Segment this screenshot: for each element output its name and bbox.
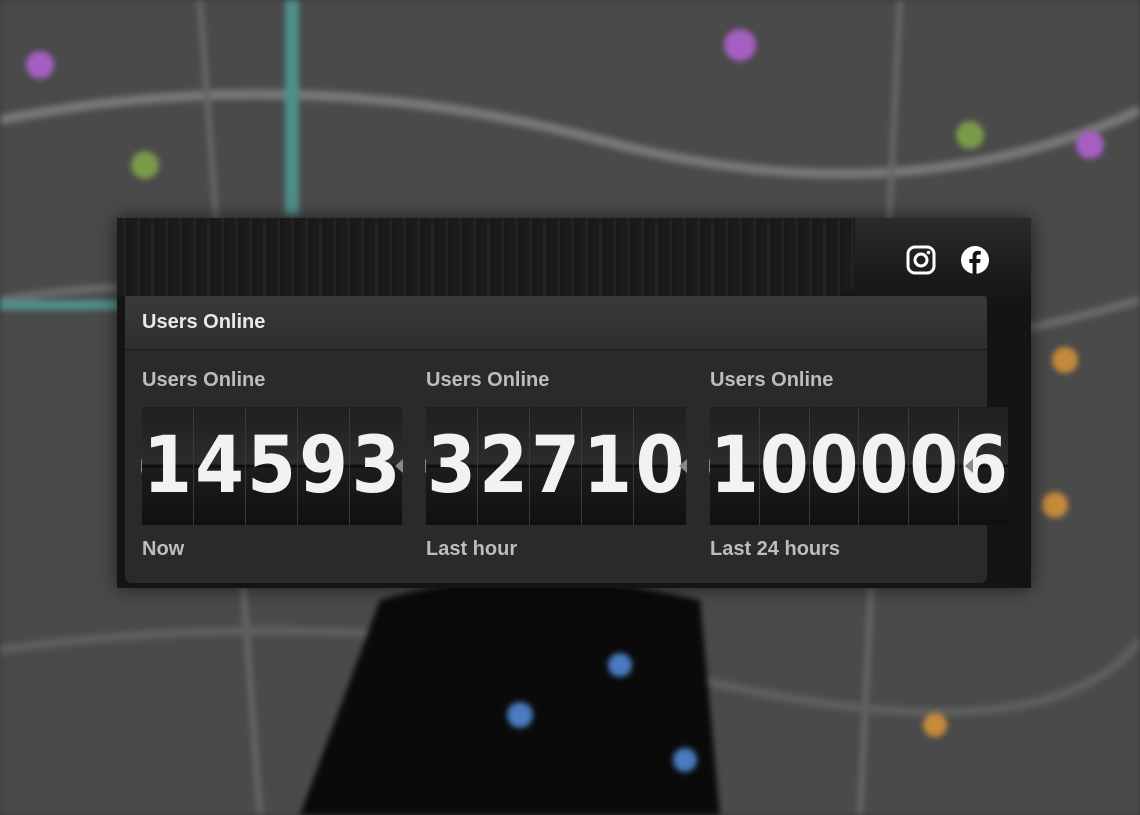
instagram-icon[interactable] (905, 244, 937, 276)
counter-digits: 3 2 7 1 0 (425, 407, 687, 525)
counter-last-hour: Users Online 3 2 7 1 0 Last hour (425, 369, 687, 561)
digit: 1 (582, 407, 634, 525)
digit: 2 (478, 407, 530, 525)
digit: 3 (426, 407, 478, 525)
digit: 0 (634, 407, 686, 525)
counter-digits: 1 4 5 9 3 (141, 407, 403, 525)
users-online-panel: Users Online Users Online 1 4 5 9 3 Now … (125, 296, 1008, 583)
counter-last-24-hours: Users Online 1 0 0 0 0 6 Last 24 hours (709, 369, 1008, 561)
digit: 0 (859, 407, 910, 525)
digit: 4 (194, 407, 246, 525)
counter-caption: Now (142, 538, 185, 560)
digit: 7 (530, 407, 582, 525)
digit: 1 (142, 407, 194, 525)
social-links (905, 244, 991, 276)
digit: 6 (959, 407, 1008, 525)
digit: 9 (298, 407, 350, 525)
counter-label: Users Online (142, 369, 266, 391)
digit: 3 (350, 407, 402, 525)
digit: 0 (759, 407, 810, 525)
facebook-icon[interactable] (959, 244, 991, 276)
users-online-widget: Users Online Users Online 1 4 5 9 3 Now … (117, 218, 1031, 588)
widget-topbar (117, 218, 1031, 298)
counter-caption: Last hour (426, 538, 518, 560)
counter-now: Users Online 1 4 5 9 3 Now (141, 369, 403, 561)
counter-digits: 1 0 0 0 0 6 (709, 407, 1008, 525)
digit: 5 (246, 407, 298, 525)
digit: 0 (809, 407, 860, 525)
counter-label: Users Online (426, 369, 550, 391)
counter-label: Users Online (710, 369, 834, 391)
digit: 1 (710, 407, 760, 525)
topbar-texture (117, 218, 855, 296)
panel-title: Users Online (142, 311, 266, 333)
counter-caption: Last 24 hours (710, 538, 841, 560)
digit: 0 (909, 407, 960, 525)
